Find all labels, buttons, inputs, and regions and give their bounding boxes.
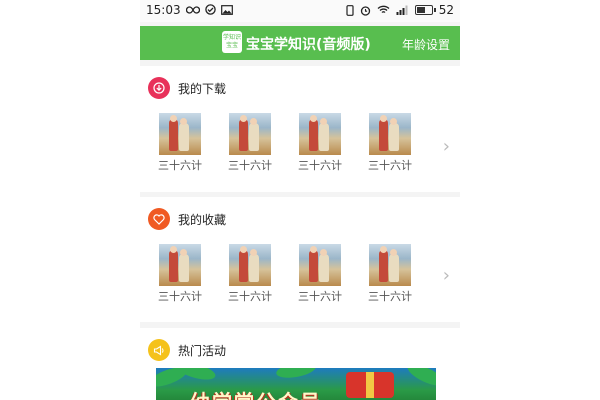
favorites-list: 三十六计[.. 三十六计[.. 三十六计[.. 三十六计[.. <box>158 244 412 304</box>
alarm-icon <box>360 5 370 16</box>
download-item[interactable]: 三十六计[.. <box>158 113 202 173</box>
download-item-label: 三十六计[.. <box>298 159 342 172</box>
download-icon <box>148 77 170 99</box>
infinity-icon <box>186 5 200 14</box>
download-item-label: 三十六计[.. <box>158 159 202 172</box>
age-setting-button[interactable]: 年龄设置 <box>402 36 450 53</box>
download-item[interactable]: 三十六计[.. <box>298 113 342 173</box>
favorite-item-label: 三十六计[.. <box>298 290 342 303</box>
battery-level: 52 <box>438 3 454 17</box>
audio-cover-image <box>229 244 271 286</box>
favorites-title: 我的收藏 <box>178 212 227 227</box>
phone-screen: 15:03 52 学知识 宝宝 宝宝学知识(音频版) 年龄设置 我的下载 三十六… <box>140 0 460 400</box>
megaphone-icon <box>148 339 170 361</box>
status-time: 15:03 <box>146 3 181 17</box>
check-circle-icon <box>205 4 216 15</box>
gift-box-icon <box>346 372 394 398</box>
app-logo-line2: 宝宝 <box>225 42 238 49</box>
download-item[interactable]: 三十六计[.. <box>368 113 412 173</box>
download-item-label: 三十六计[.. <box>228 159 272 172</box>
favorite-item-label: 三十六计[.. <box>158 290 202 303</box>
status-notification-icons <box>186 4 233 15</box>
promo-banner[interactable]: 幼学堂公众号 <box>156 368 436 400</box>
status-system-icons: 52 <box>346 3 454 17</box>
app-title: 宝宝学知识(音频版) <box>246 37 371 53</box>
chevron-right-icon[interactable]: › <box>443 136 450 157</box>
wifi-icon <box>377 5 390 14</box>
vibrate-icon <box>346 4 354 16</box>
downloads-title: 我的下载 <box>178 81 227 96</box>
favorites-section: 我的收藏 三十六计[.. 三十六计[.. 三十六计[.. 三十六计[.. › <box>140 197 460 322</box>
favorite-item-label: 三十六计[.. <box>368 290 412 303</box>
heart-icon <box>148 208 170 230</box>
chevron-right-icon[interactable]: › <box>443 265 450 286</box>
banner-text: 幼学堂公众号 <box>190 386 322 400</box>
audio-cover-image <box>299 113 341 155</box>
hot-activities-header: 热门活动 <box>148 338 226 362</box>
app-bar: 学知识 宝宝 宝宝学知识(音频版) 年龄设置 <box>140 26 460 60</box>
favorite-item[interactable]: 三十六计[.. <box>158 244 202 304</box>
favorite-item[interactable]: 三十六计[.. <box>298 244 342 304</box>
signal-icon <box>396 5 408 15</box>
downloads-section: 我的下载 三十六计[.. 三十六计[.. 三十六计[.. 三十六计[.. › <box>140 66 460 192</box>
favorite-item[interactable]: 三十六计[.. <box>368 244 412 304</box>
audio-cover-image <box>159 244 201 286</box>
image-icon <box>221 4 233 15</box>
downloads-header: 我的下载 <box>148 76 226 100</box>
hot-activities-section: 热门活动 幼学堂公众号 <box>140 328 460 400</box>
downloads-list: 三十六计[.. 三十六计[.. 三十六计[.. 三十六计[.. <box>158 113 412 173</box>
favorite-item[interactable]: 三十六计[.. <box>228 244 272 304</box>
audio-cover-image <box>299 244 341 286</box>
favorite-item-label: 三十六计[.. <box>228 290 272 303</box>
favorites-header: 我的收藏 <box>148 207 226 231</box>
hot-activities-title: 热门活动 <box>178 343 227 358</box>
download-item[interactable]: 三十六计[.. <box>228 113 272 173</box>
app-logo-icon: 学知识 宝宝 <box>222 31 242 53</box>
battery-icon <box>414 5 436 15</box>
audio-cover-image <box>229 113 271 155</box>
audio-cover-image <box>159 113 201 155</box>
status-bar: 15:03 52 <box>140 0 460 22</box>
audio-cover-image <box>369 244 411 286</box>
app-logo-line1: 学知识 <box>222 34 241 41</box>
audio-cover-image <box>369 113 411 155</box>
download-item-label: 三十六计[.. <box>368 159 412 172</box>
